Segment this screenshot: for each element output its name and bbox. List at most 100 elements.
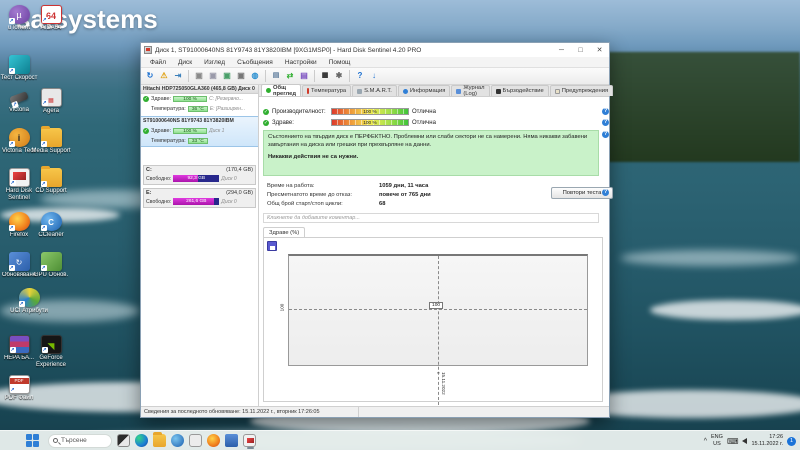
report-icon[interactable]: ▤ xyxy=(270,70,282,82)
warning-icon[interactable]: ⚠ xyxy=(158,70,170,82)
gpu-tool-icon: ↗ xyxy=(40,252,62,271)
touch-keyboard-icon[interactable]: ⌨ xyxy=(727,437,739,446)
tray-chevron-icon[interactable]: ^ xyxy=(704,438,707,445)
download-icon[interactable]: ↓ xyxy=(368,70,380,82)
desktop-icon-uci[interactable]: ↗ UCI Атрибути xyxy=(8,288,50,315)
edge-icon[interactable] xyxy=(135,434,148,447)
notes-icon[interactable] xyxy=(225,434,238,447)
stat-label: Пресметнатото време до отказ: xyxy=(267,192,352,198)
folder-icon: ↗ xyxy=(40,166,62,187)
close-button[interactable]: ✕ xyxy=(590,44,609,57)
stat-label: Време на работа: xyxy=(267,183,315,189)
log-icon xyxy=(456,88,462,94)
hdsentinel-taskbar-icon[interactable] xyxy=(243,434,256,449)
hard-disk-sentinel-window: Диск 1, ST91000640NS 81Y9743 81Y3820IBM … xyxy=(140,42,614,418)
file-explorer-icon[interactable] xyxy=(153,432,166,447)
start-button[interactable] xyxy=(26,433,40,448)
gear-icon[interactable]: ✱ xyxy=(333,70,345,82)
window-title: Диск 1, ST91000640NS 81Y9743 81Y3820IBM … xyxy=(155,46,422,54)
speaker-icon[interactable] xyxy=(742,438,748,444)
firefox-icon[interactable] xyxy=(207,434,220,447)
tab-alerts[interactable]: Предупреждения xyxy=(549,85,614,96)
desktop-icon-agera[interactable]: ▦ ↗ Agera xyxy=(30,88,72,115)
help-icon[interactable]: ? xyxy=(602,108,609,115)
menu-messages[interactable]: Съобщения xyxy=(231,59,279,66)
network-globe-icon[interactable]: ◍ xyxy=(249,70,261,82)
desktop-icon-pdf[interactable]: PDF ↗ PDF Файл xyxy=(0,375,40,402)
desktop-icon-cd-folder[interactable]: ↗ CD Support xyxy=(30,166,72,195)
folder-icon: ↗ xyxy=(40,126,62,147)
menu-settings[interactable]: Настройки xyxy=(279,59,323,66)
chart-tab-health[interactable]: Здраве (%) xyxy=(263,227,306,237)
health-row: ✓ Здраве: 100 % Отлична xyxy=(263,119,436,126)
desktop-icon-speedtest[interactable]: ↗ Тест Скорост xyxy=(0,55,40,82)
taskbar: Търсене ^ ENG US ⌨ 17:26 15.11.2022 г. 1 xyxy=(0,430,800,450)
monitor-icon[interactable]: ▦ xyxy=(319,70,331,82)
minimize-button[interactable]: ─ xyxy=(552,44,571,57)
tab-smart[interactable]: S.M.A.R.T. xyxy=(352,85,397,96)
taskbar-clock[interactable]: 17:26 15.11.2022 г. xyxy=(751,434,783,447)
desktop-icon-media-folder[interactable]: ↗ Media Support xyxy=(30,126,72,155)
disk0-header[interactable]: Hitachi HDP725050GLA360 (465,8 GB) Диск … xyxy=(141,85,258,94)
desktop-icon-geforce[interactable]: ◥ ↗ GeForce Experience xyxy=(30,335,72,369)
calculator-icon[interactable] xyxy=(189,434,202,447)
exit-icon[interactable]: ⇥ xyxy=(172,70,184,82)
status-bar: Сведения за последното обновяване: 15.11… xyxy=(141,406,609,417)
tab-performance[interactable]: Бързодействие xyxy=(490,85,549,96)
menu-view[interactable]: Изглед xyxy=(198,59,231,66)
message-icon[interactable]: ▤ xyxy=(298,70,310,82)
menu-disk[interactable]: Диск xyxy=(172,59,198,66)
disk0-temp-row[interactable]: Температура: 36 °C E: [Разширен... xyxy=(141,104,258,114)
help-icon[interactable]: ? xyxy=(602,119,609,126)
save-chart-icon[interactable] xyxy=(267,241,277,251)
search-icon xyxy=(53,438,58,443)
chart-y-tick: 100 xyxy=(279,303,285,312)
help-icon[interactable]: ? xyxy=(602,131,609,138)
main-panel: Общ преглед Температура S.M.A.R.T. Инфор… xyxy=(259,84,614,406)
partition-e-block[interactable]: E: (294,0 GB) Свободно: 261,6 GB Диск 0 xyxy=(143,188,256,208)
language-indicator[interactable]: ENG US xyxy=(711,434,723,447)
calculator-icon: ▦ ↗ xyxy=(40,88,62,107)
disk0-temp-bar: 36 °C xyxy=(187,106,208,112)
info-icon xyxy=(402,88,408,94)
health-bar: 100 % xyxy=(331,119,409,126)
notification-badge[interactable]: 1 xyxy=(787,436,796,446)
refresh-icon[interactable]: ↻ xyxy=(144,70,156,82)
tab-overview[interactable]: Общ преглед xyxy=(261,84,302,97)
sync-icon[interactable]: ⇄ xyxy=(284,70,296,82)
disk-search-icon[interactable]: ▣ xyxy=(235,70,247,82)
desktop-icon-gpu[interactable]: ↗ GPU Обнов. xyxy=(30,252,72,279)
tab-temperature[interactable]: Температура xyxy=(302,85,352,96)
uci-icon: ↗ xyxy=(18,288,40,307)
menu-bar: Файл Диск Изглед Съобщения Настройки Пом… xyxy=(141,57,609,68)
desktop-icon-aida64[interactable]: 64 ↗ AIDA64 xyxy=(30,5,72,32)
status-text-box: Състоянието на твърдия диск е ПЕРФЕКТНО.… xyxy=(263,130,599,176)
desktop-icon-ccleaner[interactable]: C ↗ CCleaner xyxy=(30,212,72,239)
partition-c-block[interactable]: C: (170,4 GB) Свободно: 92,3 GB Диск 0 xyxy=(143,165,256,185)
title-bar[interactable]: Диск 1, ST91000640NS 81Y9743 81Y3820IBM … xyxy=(141,43,609,57)
task-view-icon[interactable] xyxy=(117,434,130,447)
comment-input[interactable]: Кликнете да добавите коментар... xyxy=(263,213,599,223)
disk0-health-row[interactable]: ✓ Здраве: 100 % C: [Резервно... xyxy=(141,94,258,104)
performance-bar: 100 % xyxy=(331,108,409,115)
help-icon[interactable]: ? xyxy=(602,189,609,196)
browser-icon[interactable] xyxy=(171,434,184,447)
tab-log[interactable]: Журнал (Log) xyxy=(451,85,490,97)
tab-information[interactable]: Информация xyxy=(397,85,451,96)
stat-value: повече от 765 дни xyxy=(379,192,431,198)
health-history-chart[interactable]: 100 100 15.11.2022 г. xyxy=(279,254,588,405)
menu-help[interactable]: Помощ xyxy=(323,59,357,66)
disk-info-icon[interactable]: ▣ xyxy=(207,70,219,82)
disk1-selected-block[interactable]: ST91000640NS 81Y9743 81Y3820IBM ✓ Здраве… xyxy=(141,116,258,147)
disk1-health-bar: 100 % xyxy=(173,128,208,134)
menu-file[interactable]: Файл xyxy=(144,59,172,66)
help-icon[interactable]: ? xyxy=(354,70,366,82)
taskbar-search[interactable]: Търсене xyxy=(48,433,112,448)
maximize-button[interactable]: □ xyxy=(571,44,590,57)
free-space-bar-e: 261,6 GB xyxy=(173,198,220,205)
aida64-icon: 64 ↗ xyxy=(40,5,62,24)
disk-surface-icon[interactable]: ▣ xyxy=(221,70,233,82)
disk1-health-row: ✓ Здраве: 100 % Диск 1 xyxy=(143,128,225,134)
disk1-temp-bar: 33 °C xyxy=(187,138,208,144)
disk-test-icon[interactable]: ▣ xyxy=(193,70,205,82)
